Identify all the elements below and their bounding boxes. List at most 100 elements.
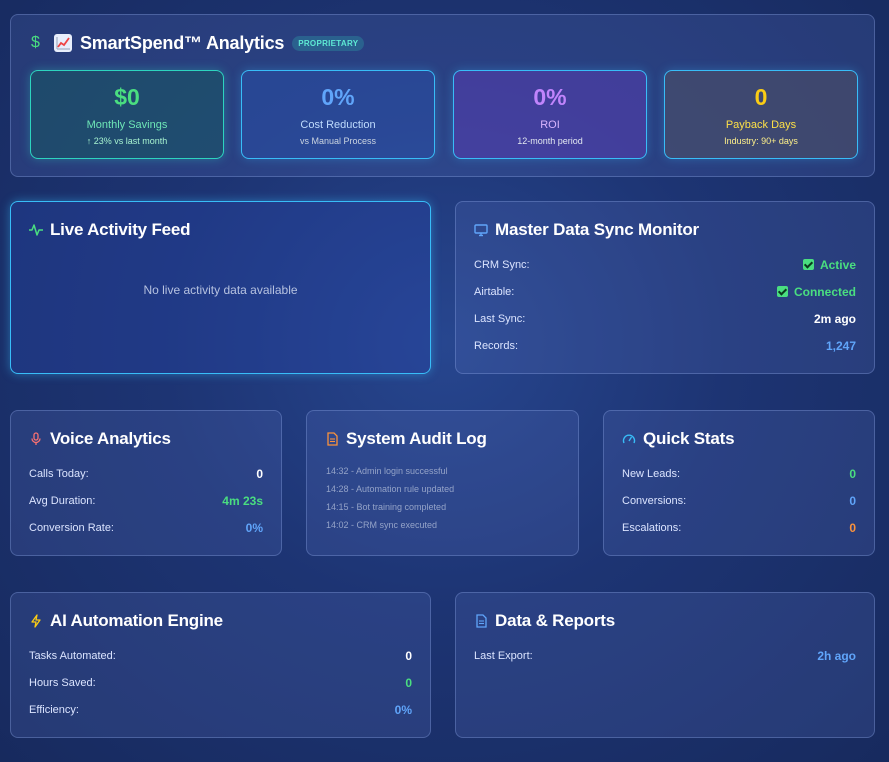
status-text: Active [819, 258, 856, 272]
sync-monitor-card: Master Data Sync Monitor CRM Sync: Activ… [455, 201, 875, 374]
sync-row-airtable: Airtable: Connected [474, 284, 856, 300]
ai-row-efficiency: Efficiency: 0% [29, 702, 412, 718]
row-value: 0 [405, 676, 412, 690]
card-header: Voice Analytics [29, 429, 171, 449]
row-value: 1,247 [825, 339, 856, 353]
row-label: Avg Duration: [29, 495, 96, 507]
card-header: System Audit Log [325, 429, 487, 449]
kpi-value: 0% [321, 84, 355, 110]
dollar-icon: $ [31, 34, 40, 51]
status-value: Connected [776, 285, 856, 299]
voice-row-duration: Avg Duration: 4m 23s [29, 493, 263, 509]
row-label: Hours Saved: [29, 677, 96, 689]
row-value: 0% [394, 703, 412, 717]
card-title: AI Automation Engine [50, 611, 223, 630]
ai-row-tasks: Tasks Automated: 0 [29, 648, 412, 664]
card-title: System Audit Log [346, 429, 487, 448]
app-title: SmartSpend™ Analytics [80, 32, 285, 53]
kpi-roi[interactable]: 0% ROI 12-month period [453, 70, 647, 159]
document-icon [325, 432, 339, 446]
row-label: Airtable: [474, 286, 515, 298]
header-panel: $ SmartSpend™ Analytics PROPRIETARY $0 M… [10, 14, 875, 177]
card-header: Quick Stats [622, 429, 735, 449]
kpi-label: Payback Days [725, 119, 797, 131]
sync-row-last-sync: Last Sync: 2m ago [474, 311, 856, 327]
header-title-row: $ SmartSpend™ Analytics PROPRIETARY [31, 32, 365, 54]
checkmark-icon [802, 259, 814, 270]
kpi-label: ROI [540, 119, 560, 131]
quick-stats-card: Quick Stats New Leads: 0 Conversions: 0 … [603, 410, 875, 556]
voice-analytics-card: Voice Analytics Calls Today: 0 Avg Durat… [10, 410, 282, 556]
row-label: Records: [474, 340, 519, 352]
kpi-monthly-savings[interactable]: $0 Monthly Savings ↑ 23% vs last month [30, 70, 224, 159]
system-audit-log-card: System Audit Log 14:32 - Admin login suc… [306, 410, 579, 556]
row-value: 0 [256, 467, 263, 481]
card-header: Live Activity Feed [29, 220, 191, 240]
audit-log-entry: 14:28 - Automation rule updated [326, 484, 455, 494]
proprietary-badge: PROPRIETARY [292, 35, 365, 51]
card-title: Quick Stats [643, 429, 735, 448]
row-value: 2m ago [813, 312, 856, 326]
row-value: 0 [405, 649, 412, 663]
audit-log-entry: 14:32 - Admin login successful [326, 466, 448, 476]
row-label: Conversion Rate: [29, 522, 114, 534]
card-header: Master Data Sync Monitor [474, 220, 699, 240]
kpi-payback-days[interactable]: 0 Payback Days Industry: 90+ days [664, 70, 858, 159]
kpi-subtext: Industry: 90+ days [724, 136, 798, 146]
status-value: Active [802, 258, 856, 272]
row-label: Last Sync: [474, 313, 526, 325]
stat-row-escalations: Escalations: 0 [622, 520, 856, 536]
gauge-icon [622, 432, 636, 446]
ai-automation-engine-card: AI Automation Engine Tasks Automated: 0 … [10, 592, 431, 738]
stat-row-new-leads: New Leads: 0 [622, 466, 856, 482]
row-value: 0 [849, 521, 856, 535]
reports-row-last-export: Last Export: 2h ago [474, 648, 856, 664]
voice-row-conversion: Conversion Rate: 0% [29, 520, 263, 536]
row-value: 4m 23s [222, 494, 263, 508]
row-label: Efficiency: [29, 704, 79, 716]
chart-increasing-icon [54, 34, 72, 52]
status-text: Connected [793, 285, 856, 299]
card-title: Voice Analytics [50, 429, 171, 448]
row-label: Tasks Automated: [29, 650, 116, 662]
live-activity-feed-card: Live Activity Feed No live activity data… [10, 201, 431, 374]
monitor-icon [474, 223, 488, 237]
card-header: Data & Reports [474, 611, 615, 631]
activity-pulse-icon [29, 223, 43, 237]
voice-row-calls: Calls Today: 0 [29, 466, 263, 482]
audit-log-entry: 14:15 - Bot training completed [326, 502, 447, 512]
row-value: 0 [849, 494, 856, 508]
microphone-icon [29, 432, 43, 446]
kpi-label: Monthly Savings [86, 119, 168, 131]
card-title: Data & Reports [495, 611, 616, 630]
ai-row-hours: Hours Saved: 0 [29, 675, 412, 691]
row-label: Escalations: [622, 522, 682, 534]
sync-row-records: Records: 1,247 [474, 338, 856, 354]
row-label: Conversions: [622, 495, 687, 507]
row-label: Calls Today: [29, 468, 89, 480]
file-icon [474, 614, 488, 628]
checkmark-icon [776, 286, 788, 297]
card-title: Master Data Sync Monitor [495, 220, 699, 239]
kpi-subtext: vs Manual Process [299, 136, 377, 146]
kpi-label: Cost Reduction [300, 119, 376, 131]
kpi-cost-reduction[interactable]: 0% Cost Reduction vs Manual Process [241, 70, 435, 159]
audit-log-entry: 14:02 - CRM sync executed [326, 520, 438, 530]
kpi-value: $0 [114, 84, 140, 110]
row-label: CRM Sync: [474, 259, 530, 271]
row-value: 0% [245, 521, 263, 535]
sync-row-crm: CRM Sync: Active [474, 257, 856, 273]
card-header: AI Automation Engine [29, 611, 223, 631]
row-value: 2h ago [817, 649, 856, 663]
kpi-subtext: 12-month period [517, 136, 583, 146]
card-title: Live Activity Feed [50, 220, 191, 239]
data-reports-card: Data & Reports Last Export: 2h ago [455, 592, 875, 738]
empty-state-text: No live activity data available [143, 283, 298, 297]
row-label: Last Export: [474, 650, 533, 662]
lightning-bolt-icon [29, 614, 43, 628]
stat-row-conversions: Conversions: 0 [622, 493, 856, 509]
kpi-value: 0% [533, 84, 567, 110]
row-value: 0 [849, 467, 856, 481]
kpi-subtext: ↑ 23% vs last month [86, 136, 168, 146]
row-label: New Leads: [622, 468, 681, 480]
